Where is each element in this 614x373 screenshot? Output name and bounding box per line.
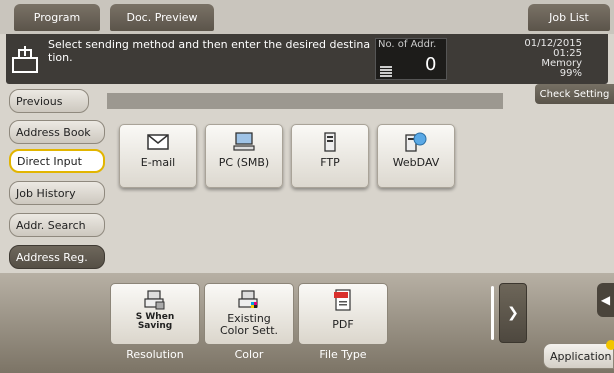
color-label: Color bbox=[234, 348, 264, 361]
webdav-destination-button[interactable]: WebDAV bbox=[377, 124, 455, 188]
resolution-icon bbox=[144, 289, 166, 311]
address-count-label: No. of Addr. bbox=[378, 39, 437, 50]
sidebar-item-address-reg[interactable]: Address Reg. bbox=[9, 245, 105, 269]
color-icon bbox=[238, 289, 260, 311]
color-value-line2: Color Sett. bbox=[219, 324, 279, 337]
sidebar-item-addr-search[interactable]: Addr. Search bbox=[9, 213, 105, 237]
scroll-divider bbox=[491, 286, 494, 340]
chevron-right-icon: ❯ bbox=[507, 305, 519, 321]
destination-entry-bar bbox=[107, 93, 503, 109]
resolution-button[interactable]: S When Saving bbox=[110, 283, 200, 345]
file-type-button[interactable]: PDF bbox=[298, 283, 388, 345]
resolution-value-line2: Saving bbox=[137, 321, 173, 331]
check-setting-button[interactable]: Check Setting bbox=[535, 84, 614, 104]
computer-icon bbox=[233, 131, 255, 153]
status-datetime: 01/12/2015 01:25 Memory 99% bbox=[490, 39, 582, 79]
side-panel-toggle[interactable]: ◀ bbox=[597, 283, 614, 317]
previous-button[interactable]: Previous bbox=[9, 89, 89, 113]
list-icon bbox=[380, 63, 392, 77]
tab-program[interactable]: Program bbox=[14, 4, 100, 31]
file-type-label: File Type bbox=[319, 348, 367, 361]
envelope-icon bbox=[147, 131, 169, 153]
next-page-button[interactable]: ❯ bbox=[499, 283, 527, 343]
tab-doc-preview[interactable]: Doc. Preview bbox=[110, 4, 214, 31]
pc-smb-destination-button[interactable]: PC (SMB) bbox=[205, 124, 283, 188]
pdf-icon bbox=[333, 289, 353, 311]
ftp-server-icon bbox=[323, 131, 337, 153]
application-indicator-dot bbox=[606, 340, 614, 350]
email-label: E-mail bbox=[140, 156, 176, 169]
ftp-label: FTP bbox=[320, 156, 340, 169]
tab-job-list[interactable]: Job List bbox=[528, 4, 610, 31]
resolution-label: Resolution bbox=[126, 348, 184, 361]
memory-value: 99% bbox=[559, 68, 582, 79]
send-icon bbox=[9, 44, 43, 76]
arrow-left-icon: ◀ bbox=[600, 293, 611, 307]
email-destination-button[interactable]: E-mail bbox=[119, 124, 197, 188]
application-button[interactable]: Application bbox=[543, 343, 614, 369]
sidebar-item-direct-input[interactable]: Direct Input bbox=[9, 149, 105, 173]
webdav-icon bbox=[404, 131, 428, 153]
file-type-value: PDF bbox=[332, 318, 354, 331]
ftp-destination-button[interactable]: FTP bbox=[291, 124, 369, 188]
pc-smb-label: PC (SMB) bbox=[218, 156, 270, 169]
instruction-message: Select sending method and then enter the… bbox=[48, 38, 371, 64]
sidebar-item-job-history[interactable]: Job History bbox=[9, 181, 105, 205]
webdav-label: WebDAV bbox=[392, 156, 440, 169]
color-button[interactable]: Existing Color Sett. bbox=[204, 283, 294, 345]
sidebar-item-address-book[interactable]: Address Book bbox=[9, 120, 105, 144]
address-count-value: 0 bbox=[425, 54, 437, 75]
